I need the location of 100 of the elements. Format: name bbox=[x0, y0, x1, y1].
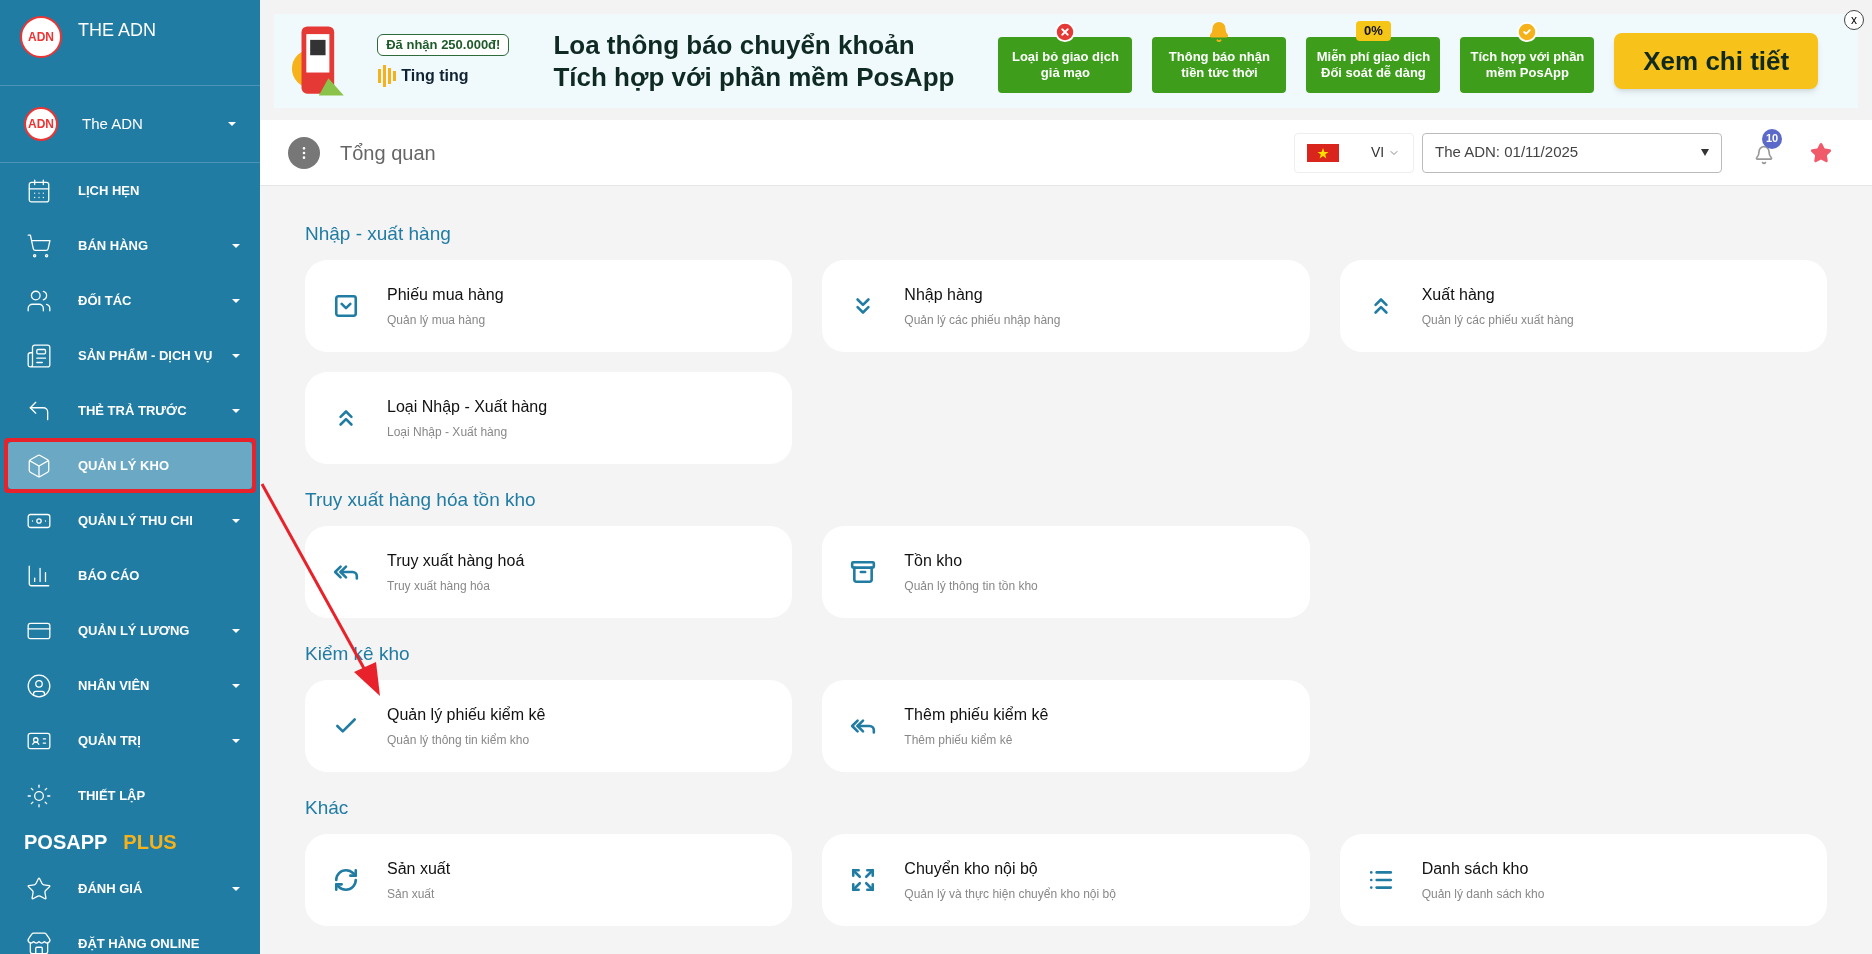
sidebar-item[interactable]: THIẾT LẬP bbox=[8, 772, 252, 819]
sidebar-label: THẺ TRẢ TRƯỚC bbox=[78, 401, 188, 420]
discount-tag: 0% bbox=[1356, 21, 1391, 41]
sidebar-item[interactable]: BÁN HÀNG bbox=[8, 222, 252, 269]
sidebar-label: QUẢN LÝ THU CHI bbox=[78, 511, 194, 530]
close-button[interactable]: x bbox=[1844, 10, 1864, 30]
banner-headline: Tích hợp với phần mềm PosApp bbox=[553, 61, 955, 94]
sidebar-label: ĐẶT HÀNG ONLINE bbox=[78, 934, 201, 953]
card-subtitle: Quản lý và thực hiện chuyển kho nội bộ bbox=[904, 886, 1116, 903]
card-title: Quản lý phiếu kiểm kê bbox=[387, 705, 546, 725]
banner-headline: Loa thông báo chuyển khoản bbox=[553, 28, 916, 61]
card-subtitle: Sản xuất bbox=[387, 886, 436, 903]
expand-arrows-icon bbox=[850, 867, 877, 893]
sidebar-item[interactable]: ĐẶT HÀNG ONLINE bbox=[8, 920, 252, 954]
sidebar-item[interactable]: BÁO CÁO bbox=[8, 552, 252, 599]
sidebar-label: BÁO CÁO bbox=[78, 566, 141, 585]
card-subtitle: Loại Nhập - Xuất hàng bbox=[387, 424, 509, 441]
user-icon bbox=[26, 672, 52, 699]
promo-banner[interactable] bbox=[274, 14, 1858, 108]
sidebar-label: ĐỐI TÁC bbox=[78, 291, 133, 310]
sidebar-item[interactable]: QUẢN LÝ THU CHI bbox=[8, 497, 252, 544]
card-title: Thêm phiếu kiểm kê bbox=[904, 705, 1049, 725]
card-title: Truy xuất hàng hoá bbox=[387, 551, 525, 571]
sidebar-label: BÁN HÀNG bbox=[78, 236, 150, 255]
sidebar-item[interactable]: QUẢN TRỊ bbox=[8, 717, 252, 764]
notification-bell-icon[interactable] bbox=[1754, 144, 1774, 165]
sidebar-item[interactable]: NHÂN VIÊN bbox=[8, 662, 252, 709]
shortcut-card[interactable]: Chuyển kho nội bộ Quản lý và thực hiện chuyển kho nội bộ bbox=[822, 834, 1310, 926]
feature-badge: Tích hợp với phần mềm PosApp bbox=[1460, 37, 1595, 93]
shortcut-card[interactable]: Truy xuất hàng hoá Truy xuất hàng hóa bbox=[305, 526, 793, 618]
card-title: Phiếu mua hàng bbox=[387, 285, 504, 305]
store-icon bbox=[26, 930, 52, 954]
section-title: Truy xuất hàng hóa tồn kho bbox=[305, 487, 537, 512]
card-title: Nhập hàng bbox=[904, 285, 984, 305]
sidebar-label: LỊCH HẸN bbox=[78, 181, 141, 200]
logo: ADN bbox=[20, 16, 62, 58]
shortcut-card[interactable]: Tồn kho Quản lý thông tin tồn kho bbox=[822, 526, 1310, 618]
bell-icon bbox=[1208, 21, 1231, 43]
caret-icon bbox=[228, 122, 236, 126]
section-title: Khác bbox=[305, 795, 350, 820]
page-title: Tổng quan bbox=[340, 140, 436, 166]
sidebar-item[interactable]: ĐỐI TÁC bbox=[8, 277, 252, 324]
brand-title: THE ADN bbox=[78, 19, 156, 42]
dropdown-box-icon bbox=[333, 293, 359, 319]
archive-icon bbox=[850, 559, 877, 585]
card-subtitle: Quản lý các phiếu nhập hàng bbox=[904, 312, 1061, 329]
sidebar-item[interactable]: THẺ TRẢ TRƯỚC bbox=[8, 387, 252, 434]
card-title: Xuất hàng bbox=[1421, 285, 1496, 305]
card-subtitle: Thêm phiếu kiểm kê bbox=[904, 732, 1014, 749]
card-title: Loại Nhập - Xuất hàng bbox=[387, 397, 548, 417]
card-title: Chuyển kho nội bộ bbox=[904, 859, 1039, 879]
amount-badge: Đã nhận 250.000đ! bbox=[377, 34, 510, 56]
card-title: Danh sách kho bbox=[1421, 859, 1530, 879]
caret-icon bbox=[1701, 149, 1709, 156]
flag-icon bbox=[1307, 143, 1339, 162]
card-subtitle: Quản lý các phiếu xuất hàng bbox=[1421, 312, 1574, 329]
shortcut-card[interactable]: Thêm phiếu kiểm kê Thêm phiếu kiểm kê bbox=[822, 680, 1310, 772]
feature-badge: Loại bỏ giao dịch giả mạo bbox=[998, 37, 1133, 93]
section-title: Nhập - xuất hàng bbox=[305, 221, 452, 246]
card-title: Sản xuất bbox=[387, 859, 451, 879]
feature-badge: Thông báo nhận tiền tức thời bbox=[1152, 37, 1287, 93]
shortcut-card[interactable]: Sản xuất Sản xuất bbox=[305, 834, 793, 926]
shortcut-card[interactable]: Quản lý phiếu kiểm kê Quản lý thông tin kiểm kho bbox=[305, 680, 793, 772]
favorite-star-icon[interactable] bbox=[1810, 141, 1832, 164]
sidebar-item[interactable]: LỊCH HẸN bbox=[8, 167, 252, 214]
shortcut-card[interactable]: Danh sách kho Quản lý danh sách kho bbox=[1339, 834, 1827, 926]
branch-date-select[interactable]: The ADN: 01/11/2025 bbox=[1422, 132, 1722, 173]
section-heading: PLUS bbox=[123, 830, 177, 855]
card-subtitle: Quản lý danh sách kho bbox=[1421, 886, 1545, 903]
menu-button[interactable] bbox=[288, 136, 320, 169]
card-subtitle: Truy xuất hàng hóa bbox=[387, 578, 491, 595]
calendar-icon bbox=[26, 177, 52, 204]
sidebar-item[interactable]: ĐÁNH GIÁ bbox=[8, 865, 252, 912]
language-select[interactable]: VI bbox=[1294, 132, 1414, 173]
sound-wave-icon bbox=[377, 64, 398, 87]
shortcut-card[interactable]: Phiếu mua hàng Quản lý mua hàng bbox=[305, 260, 793, 352]
sidebar-label: QUẢN LÝ KHO bbox=[78, 456, 170, 475]
sidebar-item[interactable]: SẢN PHẨM - DỊCH VỤ bbox=[8, 332, 252, 379]
sidebar-label: THIẾT LẬP bbox=[78, 786, 147, 805]
shortcut-card[interactable]: Xuất hàng Quản lý các phiếu xuất hàng bbox=[1339, 260, 1827, 352]
check-icon bbox=[1516, 21, 1539, 43]
section-heading: POSAPP bbox=[24, 830, 108, 855]
shortcut-card[interactable]: Nhập hàng Quản lý các phiếu nhập hàng bbox=[822, 260, 1310, 352]
card-subtitle: Quản lý mua hàng bbox=[387, 312, 487, 329]
sound-label: Ting ting bbox=[401, 65, 469, 86]
sidebar-label: QUẢN TRỊ bbox=[78, 731, 142, 750]
cycle-icon bbox=[333, 867, 359, 893]
star-icon bbox=[26, 875, 52, 902]
document-icon bbox=[26, 342, 52, 369]
sidebar-label: QUẢN LÝ LƯƠNG bbox=[78, 621, 191, 640]
cta-button[interactable]: Xem chi tiết bbox=[1614, 33, 1818, 89]
feature-badge: Miễn phí giao dịch Đối soát dễ dàng bbox=[1306, 37, 1441, 93]
notification-count: 10 bbox=[1762, 128, 1782, 149]
cross-icon bbox=[1054, 21, 1077, 43]
sidebar-item[interactable]: QUẢN LÝ LƯƠNG bbox=[8, 607, 252, 654]
shortcut-card[interactable]: Loại Nhập - Xuất hàng Loại Nhập - Xuất hàng bbox=[305, 372, 793, 464]
card-subtitle: Quản lý thông tin kiểm kho bbox=[387, 732, 531, 749]
card-subtitle: Quản lý thông tin tồn kho bbox=[904, 578, 1038, 595]
cart-icon bbox=[26, 232, 52, 259]
account-switcher[interactable]: ADN The ADN bbox=[0, 86, 260, 163]
